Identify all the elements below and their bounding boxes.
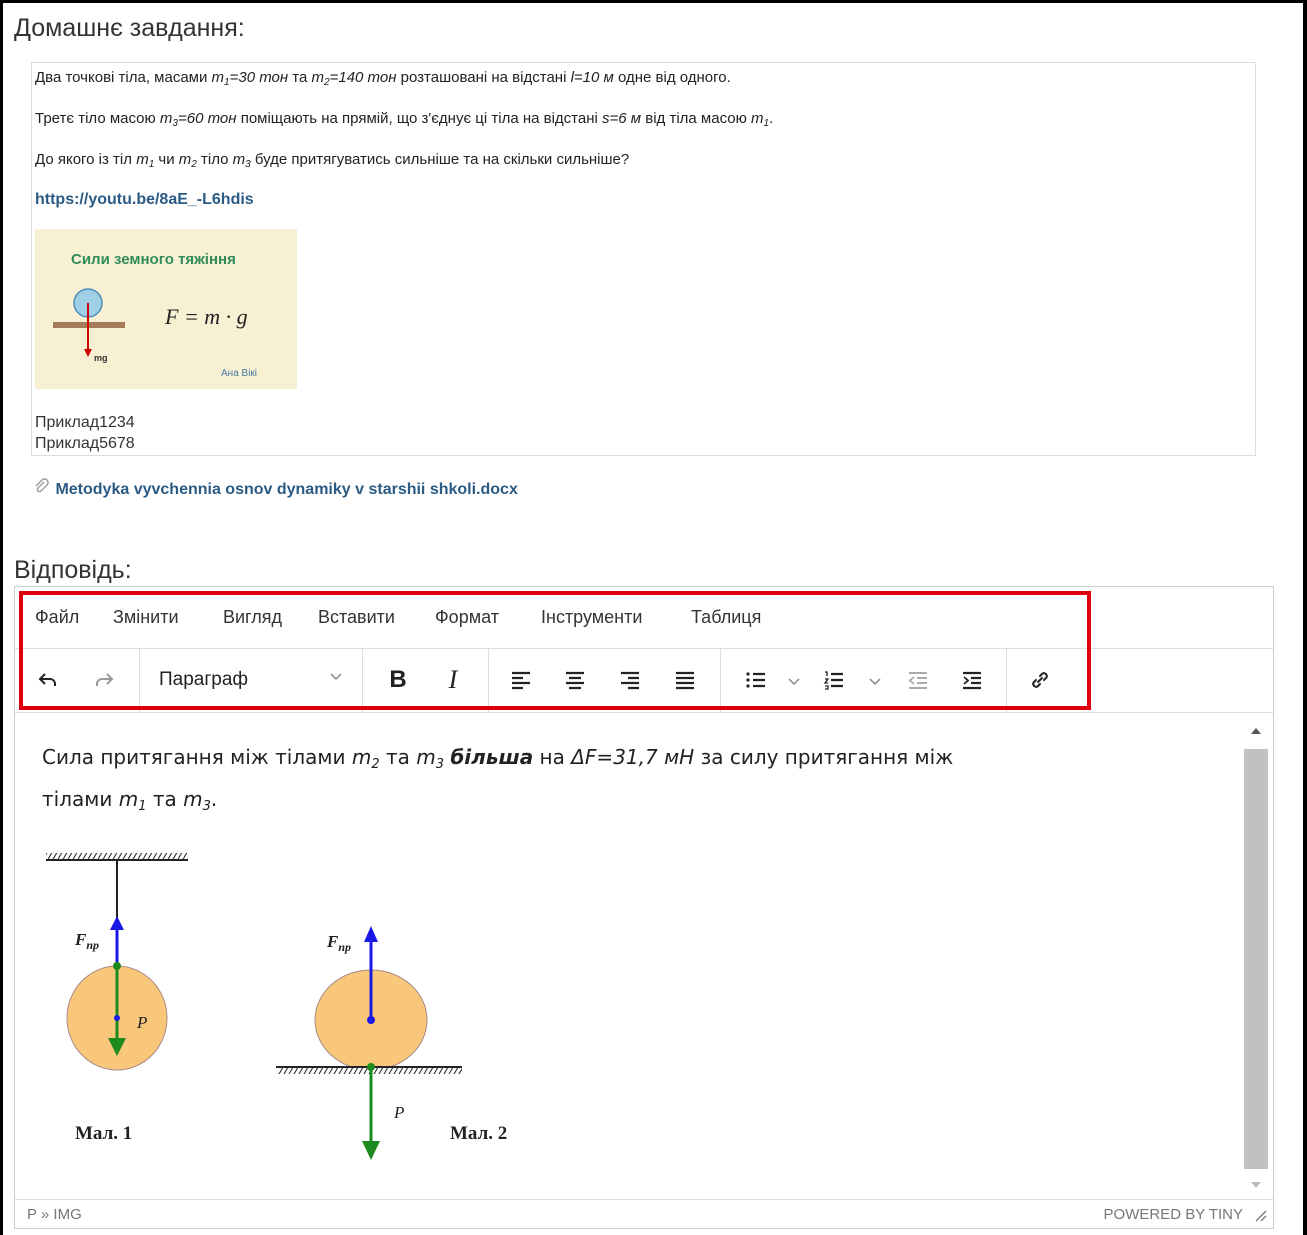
chevron-down-icon xyxy=(329,667,343,689)
insert-link-button[interactable] xyxy=(1021,661,1059,699)
homework-title: Домашнє завдання: xyxy=(14,14,245,42)
toolbar-separator xyxy=(362,649,363,712)
indent-button[interactable] xyxy=(953,661,991,699)
align-center-icon xyxy=(566,671,584,690)
resize-handle-icon[interactable] xyxy=(1253,1208,1267,1226)
thumb-mg-label: mg xyxy=(94,353,108,363)
menu-insert[interactable]: Вставити xyxy=(318,607,395,628)
rich-text-editor: Файл Змінити Вигляд Вставити Формат Інст… xyxy=(14,586,1274,1229)
fig1-p-label: P xyxy=(136,1013,147,1032)
editor-menubar: Файл Змінити Вигляд Вставити Формат Інст… xyxy=(15,587,1273,649)
bold-button[interactable]: B xyxy=(379,661,417,699)
align-left-button[interactable] xyxy=(502,661,540,699)
fig2-p-label: P xyxy=(393,1103,404,1122)
redo-icon xyxy=(96,673,114,686)
element-path[interactable]: P » IMG xyxy=(27,1206,82,1223)
align-center-button[interactable] xyxy=(556,661,594,699)
numbered-list-button[interactable] xyxy=(815,661,853,699)
forces-diagram: Fпр P Мал. 1 Fпр P Мал. 2 xyxy=(46,853,507,1160)
editor-statusbar: P » IMG POWERED BY TINY xyxy=(15,1199,1273,1228)
block-format-select[interactable]: Параграф xyxy=(159,665,359,697)
task-line-2: Третє тіло масою m3=60 тон поміщають на … xyxy=(35,110,774,129)
right-gutter xyxy=(1285,3,1303,1235)
redo-button[interactable] xyxy=(85,661,123,699)
answer-line-2: тілами m1 та m3. xyxy=(42,787,218,814)
fig2-fnp-label: Fпр xyxy=(326,932,351,954)
justify-button[interactable] xyxy=(666,661,704,699)
menu-edit[interactable]: Змінити xyxy=(113,607,179,628)
menu-table[interactable]: Таблиця xyxy=(691,607,761,628)
align-right-button[interactable] xyxy=(611,661,649,699)
scroll-down-icon[interactable] xyxy=(1249,1177,1263,1195)
forces-figure[interactable]: Fпр P Мал. 1 Fпр P Мал. 2 xyxy=(42,842,530,1167)
video-link-line: https://youtu.be/8aE_-L6hdis xyxy=(35,191,254,209)
toolbar-separator xyxy=(720,649,721,712)
align-left-icon xyxy=(512,671,530,690)
example-2: Приклад5678 xyxy=(35,435,135,452)
video-thumbnail[interactable]: Сили земного тяжіння mg F = m · g Ана Ві… xyxy=(35,229,297,389)
numbered-list-chevron-icon[interactable] xyxy=(868,674,882,693)
homework-description: Два точкові тіла, масами m1=30 тон та m2… xyxy=(31,62,1256,456)
italic-button[interactable]: I xyxy=(434,661,472,699)
menu-tools[interactable]: Інструменти xyxy=(541,607,642,628)
task-line-3: До якого із тіл m1 чи m2 тіло m3 буде пр… xyxy=(35,151,630,170)
toolbar-separator xyxy=(1006,649,1007,712)
thumb-formula: F = m · g xyxy=(164,304,248,329)
task-line-1: Два точкові тіла, масами m1=30 тон та m2… xyxy=(35,69,731,88)
menu-file[interactable]: Файл xyxy=(35,607,79,628)
editor-toolbar: Параграф B I xyxy=(15,649,1273,713)
menu-view[interactable]: Вигляд xyxy=(223,607,282,628)
fig1-caption: Мал. 1 xyxy=(75,1123,132,1144)
example-1: Приклад1234 xyxy=(35,414,135,431)
bullet-list-button[interactable] xyxy=(737,661,775,699)
bullet-list-chevron-icon[interactable] xyxy=(787,674,801,693)
answer-line-1: Сила притягання між тілами m2 та m3 біль… xyxy=(42,745,954,772)
video-link[interactable]: https://youtu.be/8aE_-L6hdis xyxy=(35,191,254,208)
outdent-button[interactable] xyxy=(899,661,937,699)
toolbar-separator xyxy=(139,649,140,712)
paperclip-icon xyxy=(33,478,53,498)
numbered-list-icon xyxy=(823,671,843,690)
fig1-fnp-label: Fпр xyxy=(74,930,99,952)
outdent-icon xyxy=(908,672,927,689)
undo-button[interactable] xyxy=(29,661,67,699)
align-right-icon xyxy=(621,671,639,690)
bullet-list-icon xyxy=(746,672,765,688)
editor-content-area[interactable]: Сила притягання між тілами m2 та m3 біль… xyxy=(15,713,1241,1199)
gravity-illustration: Сили земного тяжіння mg F = m · g Ана Ві… xyxy=(35,229,297,389)
menu-format[interactable]: Формат xyxy=(435,607,499,628)
undo-icon xyxy=(38,673,56,686)
editor-scrollbar[interactable] xyxy=(1241,713,1273,1199)
justify-icon xyxy=(676,671,694,690)
toolbar-separator xyxy=(488,649,489,712)
scroll-up-icon[interactable] xyxy=(1249,723,1263,741)
link-icon xyxy=(1032,672,1048,688)
fig2-caption: Мал. 2 xyxy=(450,1123,507,1144)
indent-icon xyxy=(963,671,981,690)
attachment[interactable]: Metodyka vyvchennia osnov dynamiky v sta… xyxy=(33,478,518,499)
powered-by-tiny[interactable]: POWERED BY TINY xyxy=(1104,1206,1243,1223)
thumb-title: Сили земного тяжіння xyxy=(71,251,236,268)
answer-title: Відповідь: xyxy=(14,556,132,584)
attachment-link[interactable]: Metodyka vyvchennia osnov dynamiky v sta… xyxy=(55,481,517,498)
thumb-brand: Ана Вікі xyxy=(221,368,257,379)
scroll-thumb[interactable] xyxy=(1244,749,1268,1169)
